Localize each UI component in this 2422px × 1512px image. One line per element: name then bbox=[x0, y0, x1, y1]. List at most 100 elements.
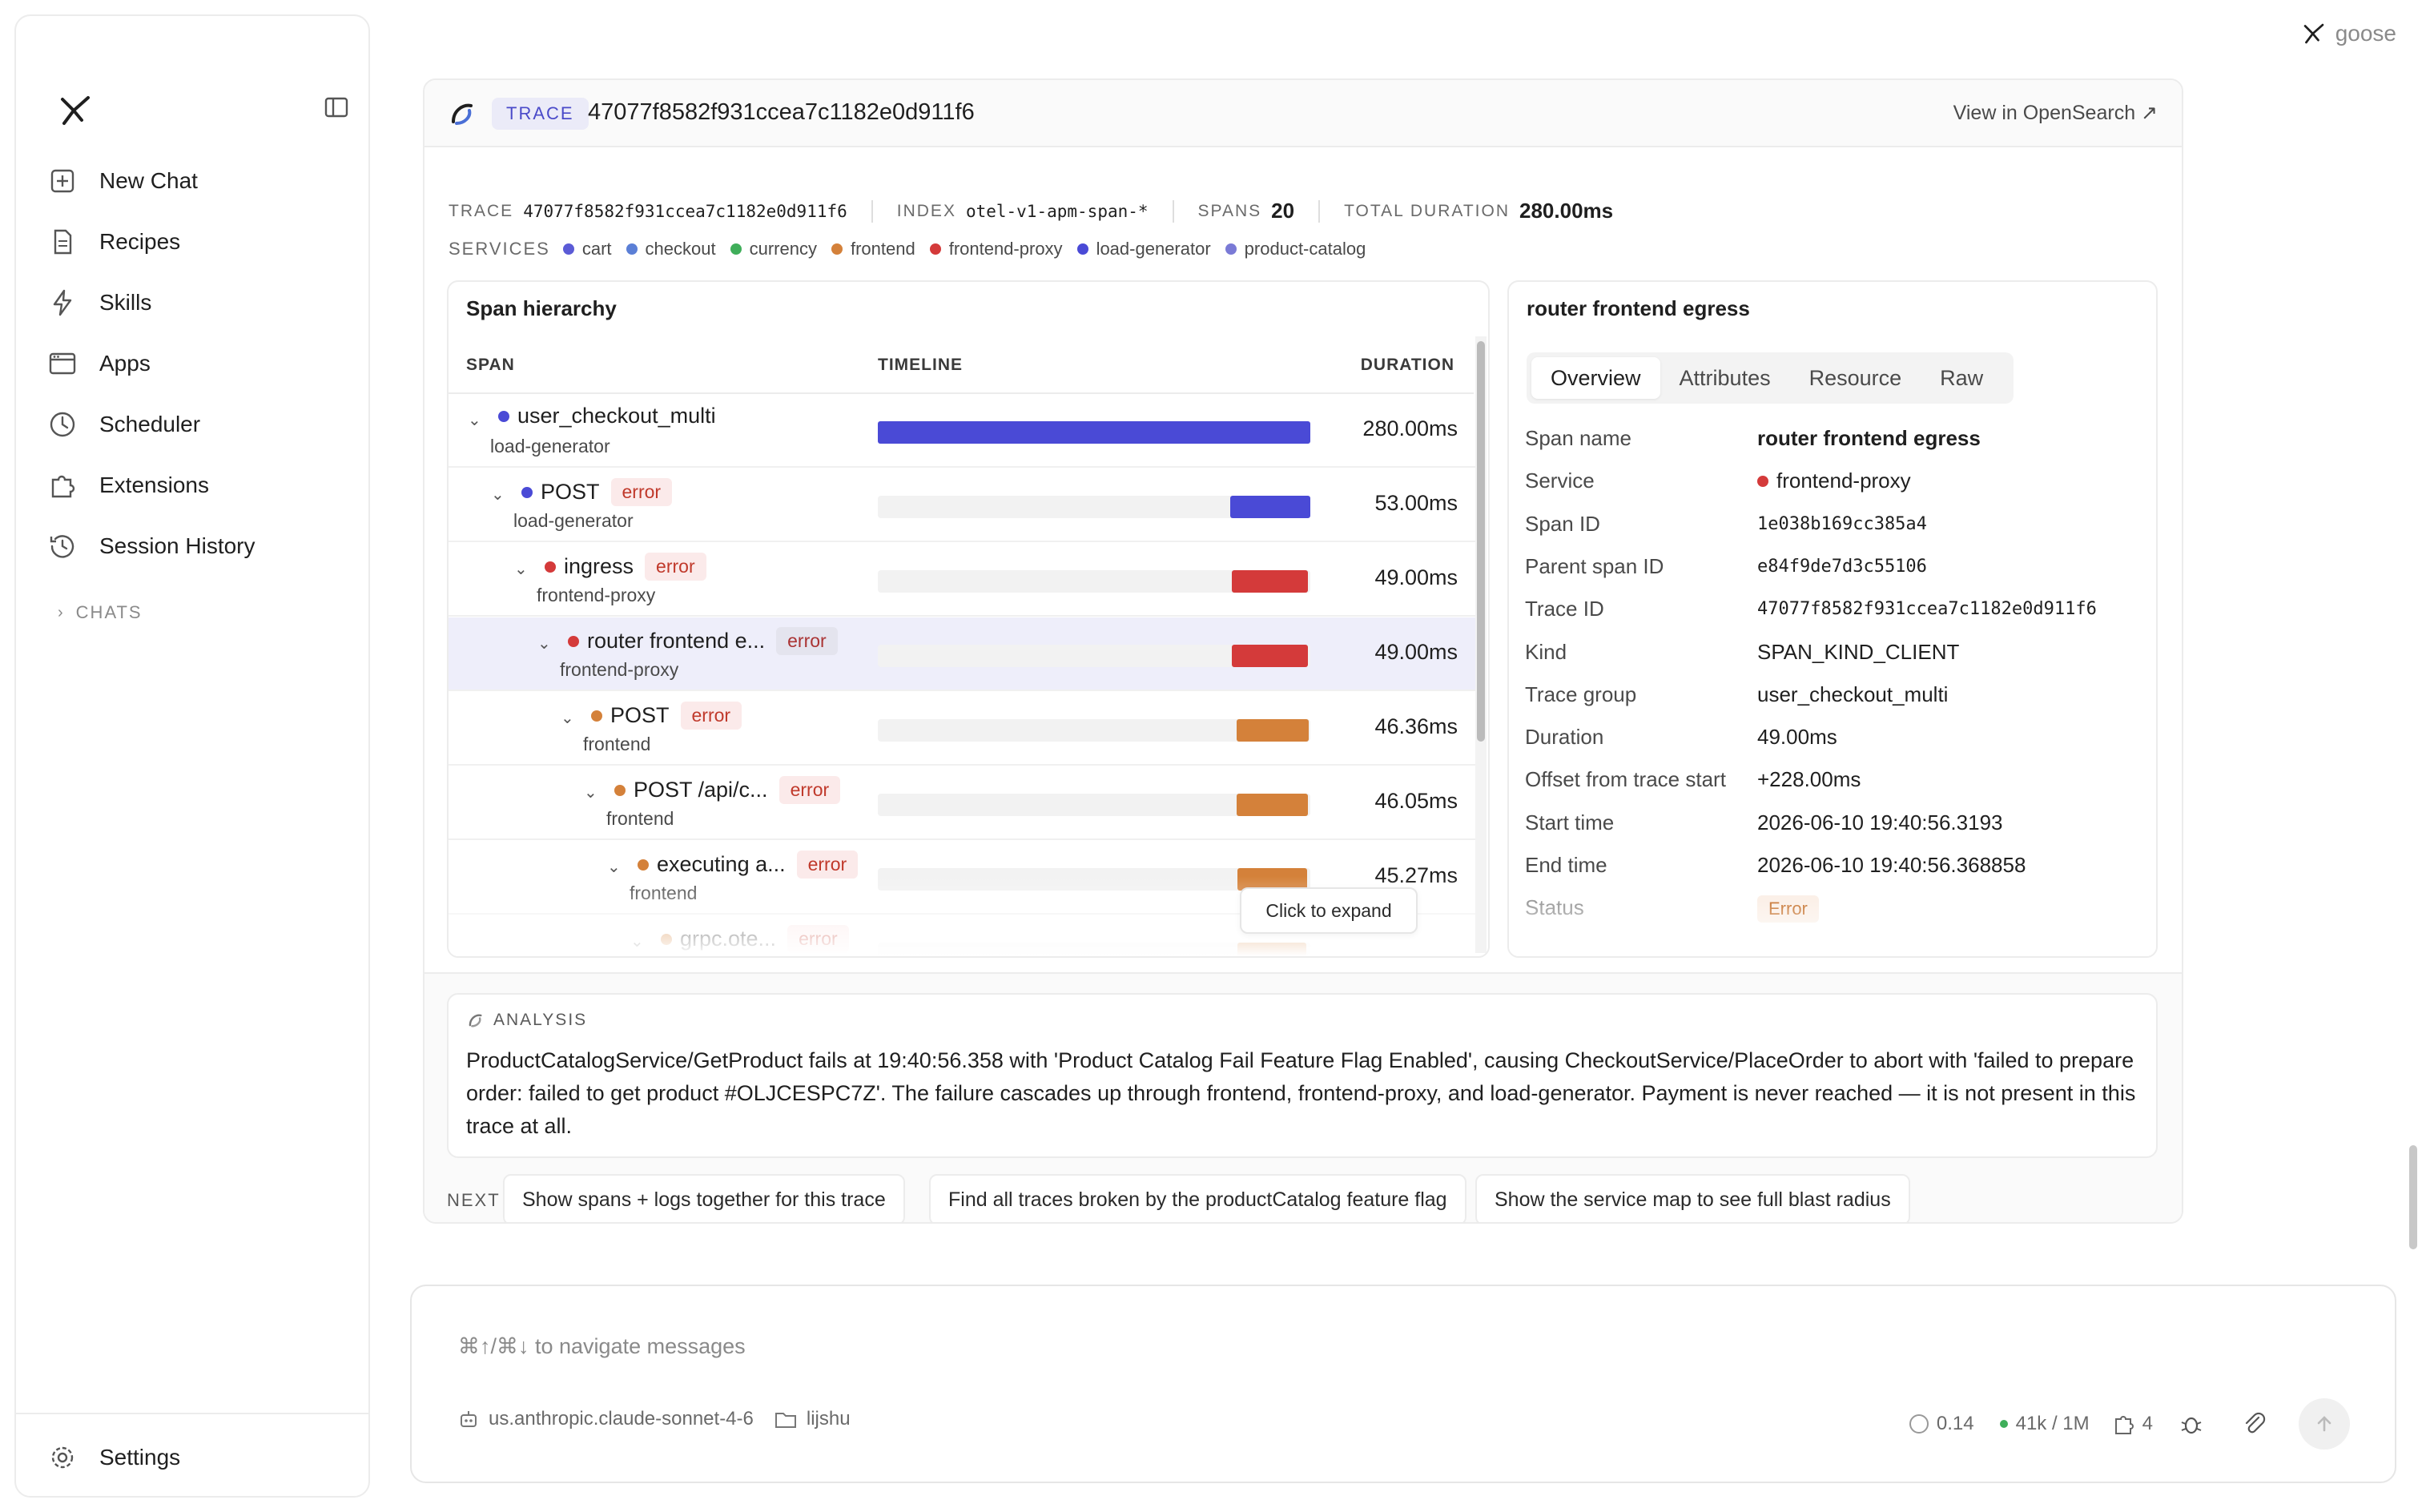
detail-value: 2026-06-10 19:40:56.3193 bbox=[1757, 810, 2003, 835]
sidebar-item-label: New Chat bbox=[99, 168, 198, 193]
model-selector[interactable]: us.anthropic.claude-sonnet-4-6 bbox=[458, 1408, 754, 1430]
span-details-title: router frontend egress bbox=[1527, 296, 1750, 320]
next-suggestion-button[interactable]: Show the service map to see full blast r… bbox=[1475, 1174, 1910, 1222]
meta-separator bbox=[1172, 199, 1174, 223]
arrow-up-icon bbox=[2317, 1416, 2331, 1432]
span-row[interactable]: ⌄ router frontend e... error frontend-proxy… bbox=[449, 617, 1475, 691]
extensions-indicator[interactable]: 4 bbox=[2112, 1412, 2153, 1436]
meta-spans-key: SPANS bbox=[1197, 201, 1262, 220]
cost-indicator[interactable]: 0.14 bbox=[1909, 1413, 1974, 1435]
detail-key: Kind bbox=[1525, 639, 1567, 664]
settings-label: Settings bbox=[99, 1445, 181, 1470]
trace-id-title: 47077f8582f931ccea7c1182e0d911f6 bbox=[588, 99, 975, 125]
detail-key: Trace ID bbox=[1525, 597, 1604, 621]
next-suggestion-button[interactable]: Find all traces broken by the productCat… bbox=[929, 1174, 1466, 1222]
message-input[interactable]: ⌘↑/⌘↓ to navigate messages bbox=[458, 1334, 746, 1359]
sidebar-item-apps[interactable]: Apps bbox=[46, 340, 367, 388]
chats-section-toggle[interactable]: › CHATS bbox=[58, 602, 143, 623]
detail-key: Offset from trace start bbox=[1525, 767, 1726, 792]
token-value: 41k / 1M bbox=[2015, 1413, 2090, 1434]
span-row[interactable]: ⌄ user_checkout_multi load-generator 280.00… bbox=[449, 394, 1475, 468]
service-color-dot bbox=[1757, 475, 1768, 487]
sidebar-toggle-icon[interactable] bbox=[324, 94, 349, 120]
chevron-down-icon[interactable]: ⌄ bbox=[607, 857, 621, 877]
col-header-duration: DURATION bbox=[1360, 356, 1454, 374]
span-timeline-track bbox=[878, 421, 1310, 444]
token-usage[interactable]: 41k / 1M bbox=[1999, 1413, 2090, 1435]
sidebar-item-skills[interactable]: Skills bbox=[46, 279, 367, 327]
sidebar-item-new-chat[interactable]: New Chat bbox=[46, 157, 367, 205]
bug-icon[interactable] bbox=[2179, 1411, 2204, 1437]
chevron-right-icon: › bbox=[58, 603, 65, 621]
span-row[interactable]: ⌄ ingress error frontend-proxy 49.00ms bbox=[449, 543, 1475, 617]
apps-icon bbox=[46, 348, 78, 380]
message-composer[interactable]: ⌘↑/⌘↓ to navigate messages us.anthropic.… bbox=[410, 1285, 2396, 1483]
chevron-down-icon[interactable]: ⌄ bbox=[584, 782, 597, 802]
send-button[interactable] bbox=[2299, 1398, 2350, 1450]
chevron-down-icon[interactable]: ⌄ bbox=[514, 559, 528, 579]
detail-value: 1e038b169cc385a4 bbox=[1757, 514, 1927, 534]
meta-index-key: INDEX bbox=[896, 201, 956, 220]
meta-separator bbox=[871, 199, 873, 223]
analysis-label: ANALYSIS bbox=[493, 1011, 588, 1029]
view-in-opensearch-link[interactable]: View in OpenSearch ↗ bbox=[1953, 101, 2158, 125]
sidebar-item-recipes[interactable]: Recipes bbox=[46, 218, 367, 266]
settings-button[interactable]: Settings bbox=[46, 1434, 367, 1482]
folder-selector[interactable]: lijshu bbox=[774, 1408, 851, 1430]
sidebar-item-session-history[interactable]: Session History bbox=[46, 522, 367, 570]
model-name: us.anthropic.claude-sonnet-4-6 bbox=[489, 1408, 754, 1430]
span-row[interactable]: ⌄ POST error load-generator 53.00ms bbox=[449, 468, 1475, 542]
attach-icon[interactable] bbox=[2243, 1411, 2267, 1437]
sidebar-item-scheduler[interactable]: Scheduler bbox=[46, 400, 367, 448]
tab-resource[interactable]: Resource bbox=[1790, 357, 1921, 399]
detail-value-text: router frontend egress bbox=[1757, 426, 1981, 450]
span-hierarchy-title: Span hierarchy bbox=[466, 296, 617, 320]
cost-value: 0.14 bbox=[1936, 1413, 1974, 1434]
span-service: frontend-proxy bbox=[537, 585, 656, 605]
meta-duration-key: TOTAL DURATION bbox=[1344, 201, 1510, 220]
opensearch-logo-icon bbox=[452, 103, 473, 125]
detail-value: 49.00ms bbox=[1757, 725, 1837, 750]
analysis-box: ANALYSIS ProductCatalogService/GetProduc… bbox=[447, 993, 2158, 1158]
span-list-scrollbar-thumb[interactable] bbox=[1477, 341, 1485, 742]
next-suggestion-button[interactable]: Show spans + logs together for this trac… bbox=[503, 1174, 905, 1222]
service-legend-item: frontend-proxy bbox=[929, 239, 1063, 259]
recipe-icon bbox=[46, 226, 78, 258]
span-timeline-track bbox=[878, 645, 1310, 667]
goose-logo-icon bbox=[2303, 23, 2323, 44]
error-badge: error bbox=[796, 850, 859, 879]
service-color-dot bbox=[562, 243, 574, 255]
bolt-icon bbox=[46, 287, 78, 319]
folder-icon bbox=[774, 1413, 796, 1428]
meta-index-value: otel-v1-apm-span-* bbox=[965, 201, 1149, 221]
sidebar: New Chat Recipes Skills Apps Scheduler Extens… bbox=[14, 14, 370, 1498]
span-name: ingress bbox=[564, 554, 634, 578]
sidebar-item-label: Recipes bbox=[99, 229, 181, 254]
span-timeline-bar bbox=[878, 421, 1310, 444]
span-service-dot bbox=[498, 410, 509, 422]
span-duration: 49.00ms bbox=[1374, 565, 1458, 589]
span-hierarchy-panel: Span hierarchy SPAN TIMELINE DURATION ⌄ u… bbox=[447, 280, 1490, 958]
tab-raw[interactable]: Raw bbox=[1921, 357, 2002, 399]
service-legend-item: product-catalog bbox=[1225, 239, 1366, 259]
detail-value-text: 47077f8582f931ccea7c1182e0d911f6 bbox=[1757, 599, 2097, 620]
span-name: router frontend e... bbox=[587, 629, 766, 653]
detail-value: SPAN_KIND_CLIENT bbox=[1757, 640, 1959, 665]
sidebar-item-label: Extensions bbox=[99, 472, 209, 497]
span-row[interactable]: ⌄ POST /api/c... error frontend 46.05ms bbox=[449, 766, 1475, 840]
chevron-down-icon[interactable]: ⌄ bbox=[561, 708, 574, 728]
tab-overview[interactable]: Overview bbox=[1531, 357, 1660, 399]
detail-value-text: user_checkout_multi bbox=[1757, 682, 1949, 706]
span-timeline-bar bbox=[1232, 570, 1308, 593]
chevron-down-icon[interactable]: ⌄ bbox=[491, 485, 505, 505]
tab-attributes[interactable]: Attributes bbox=[1660, 357, 1790, 399]
chevron-down-icon[interactable]: ⌄ bbox=[468, 410, 481, 430]
sidebar-item-extensions[interactable]: Extensions bbox=[46, 461, 367, 509]
chevron-down-icon[interactable]: ⌄ bbox=[537, 633, 551, 653]
gear-icon bbox=[46, 1442, 78, 1474]
analysis-text: ProductCatalogService/GetProduct fails a… bbox=[466, 1048, 2136, 1138]
sidebar-item-label: Apps bbox=[99, 351, 151, 376]
main-scrollbar-thumb[interactable] bbox=[2409, 1145, 2417, 1249]
span-row[interactable]: ⌄ POST error frontend 46.36ms bbox=[449, 692, 1475, 766]
services-key: SERVICES bbox=[449, 239, 550, 259]
